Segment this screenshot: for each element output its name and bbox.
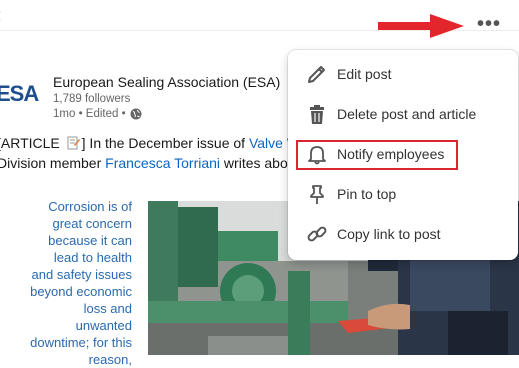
follower-count: 1,789 followers: [53, 93, 131, 105]
mention-link[interactable]: Francesca Torriani: [105, 155, 220, 171]
company-logo: ESA: [0, 82, 40, 106]
pin-icon: [305, 182, 329, 206]
more-options-button[interactable]: •••: [472, 12, 506, 36]
annotation-arrow-icon: [378, 14, 464, 38]
article-quote: Corrosion is of great concern because it…: [30, 199, 132, 367]
link-icon: [305, 222, 329, 246]
post-text-line-1: [ARTICLE ] In the December issue of Valv…: [0, 133, 297, 153]
post-meta: 1mo • Edited •: [53, 108, 142, 120]
document-icon: [67, 136, 80, 150]
author-name[interactable]: European Sealing Association (ESA): [53, 74, 280, 90]
post-text: [ARTICLE ] In the December issue of Valv…: [0, 133, 297, 173]
globe-icon: [130, 108, 142, 120]
chevron-left-icon[interactable]: ‹: [0, 4, 1, 26]
trash-icon: [305, 102, 329, 126]
post-timestamp: 1mo • Edited •: [53, 108, 126, 120]
menu-item-delete-post[interactable]: Delete post and article: [288, 94, 518, 134]
menu-item-pin-to-top[interactable]: Pin to top: [288, 174, 518, 214]
post-options-menu: Edit post Delete post and article Notify…: [288, 50, 518, 260]
ellipsis-icon: •••: [476, 13, 501, 35]
post-text-line-2: Division member Francesca Torriani write…: [0, 155, 296, 171]
menu-item-edit-post[interactable]: Edit post: [288, 54, 518, 94]
annotation-highlight-box: [296, 140, 458, 170]
menu-item-copy-link[interactable]: Copy link to post: [288, 214, 518, 254]
svg-text:ESA: ESA: [0, 82, 39, 106]
pencil-icon: [305, 62, 329, 86]
